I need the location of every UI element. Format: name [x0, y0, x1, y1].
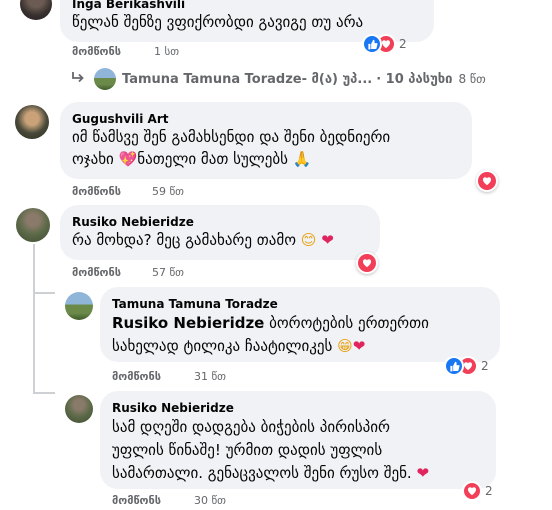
view-replies-link[interactable]: Tamuna Tamuna Toradze- მ(ა) უპ... · 10 პ…	[70, 68, 486, 90]
smiling-face-emoji: 😊	[300, 231, 317, 249]
avatar[interactable]	[16, 208, 50, 242]
comment-time[interactable]: 1 სთ	[154, 45, 179, 58]
thread-line	[33, 292, 55, 294]
comment-text: სახელად ტილიკა ჩაატილიკეს 😁❤	[112, 335, 365, 358]
comment-time[interactable]: 30 წთ	[194, 494, 226, 507]
love-icon	[478, 172, 496, 190]
like-link[interactable]: მომწონს	[72, 185, 121, 198]
reaction-summary[interactable]	[356, 252, 378, 274]
avatar[interactable]	[15, 105, 49, 139]
reaction-summary[interactable]: 2	[444, 355, 489, 377]
reaction-count: 2	[485, 484, 493, 498]
grinning-face-emoji: 😁	[337, 337, 353, 355]
comment-text-fragment: სამართალი. გენაცვალოს შენი რუსო შენ.	[112, 464, 417, 482]
like-link[interactable]: მომწონს	[72, 45, 121, 58]
comment-text: რა მოხდა? მეც გამახარე თამო 😊 ❤	[72, 229, 334, 252]
comment-author[interactable]: Tamuna Tamuna Toradze	[112, 297, 278, 311]
reaction-summary[interactable]: 2	[362, 33, 407, 55]
avatar[interactable]	[20, 0, 52, 20]
reaction-count: 2	[399, 37, 407, 51]
red-heart-emoji: ❤	[416, 464, 430, 482]
like-icon	[444, 356, 464, 376]
comment-time[interactable]: 59 წთ	[152, 185, 184, 198]
avatar[interactable]	[65, 292, 93, 320]
reaction-summary[interactable]: 2	[462, 480, 493, 502]
thread-line	[33, 392, 55, 394]
comment-text: სამართალი. გენაცვალოს შენი რუსო შენ. ❤	[112, 462, 429, 485]
comment-author[interactable]: Gugushvili Art	[72, 112, 169, 126]
red-heart-emoji: ❤	[352, 337, 366, 355]
like-icon	[362, 34, 382, 54]
reply-summary-label: Tamuna Tamuna Toradze- მ(ა) უპ...	[122, 71, 373, 87]
comment-text: ოჯახი 💖ნათელი მათ სულებს 🙏	[72, 148, 311, 171]
sparkling-heart-emoji: 💖	[118, 150, 138, 168]
reply-arrow-icon	[70, 70, 86, 89]
red-heart-emoji: ❤	[321, 231, 334, 249]
love-icon	[462, 481, 482, 501]
like-link[interactable]: მომწონს	[112, 370, 161, 383]
comment-text: Rusiko Nebieridze ბოროტების ერთერთი	[112, 312, 429, 335]
comment-author[interactable]: Inga Berikashvili	[72, 0, 185, 11]
like-link[interactable]: მომწონს	[72, 266, 121, 279]
comment-time[interactable]: 31 წთ	[194, 370, 226, 383]
reply-count: · 10 პასუხი	[376, 71, 453, 87]
comment-author[interactable]: Rusiko Nebieridze	[72, 215, 194, 229]
folded-hands-emoji: 🙏	[292, 150, 312, 168]
comment-time[interactable]: 57 წთ	[152, 266, 184, 279]
thread-line	[33, 244, 35, 394]
like-link[interactable]: მომწონს	[112, 494, 161, 507]
comment-text: წელან შენზე ვფიქრობდი გავიგე თუ არა	[72, 13, 364, 31]
comment-text-fragment: სახელად ტილიკა ჩაატილიკეს	[112, 337, 338, 355]
avatar[interactable]	[65, 395, 93, 423]
comment-text: სამ დღეში დადგება ბიჭების პირისპირ	[112, 418, 390, 436]
reaction-summary[interactable]	[476, 170, 498, 192]
comment-text: უფლის წინაშე! ურმით დადის უფლის	[112, 441, 383, 459]
comment-author[interactable]: Rusiko Nebieridze	[112, 401, 234, 415]
comment-text: იმ წამსვე შენ გამახსენდი და შენი ბედნიერ…	[72, 128, 391, 146]
mention-link[interactable]: Rusiko Nebieridze	[112, 314, 264, 332]
reaction-count: 2	[481, 359, 489, 373]
love-icon	[358, 254, 376, 272]
avatar	[94, 68, 116, 90]
comment-text-fragment: ბოროტების ერთერთი	[264, 314, 429, 332]
comment-text-fragment: ნათელი მათ სულებს	[137, 150, 293, 168]
comment-text-fragment: ოჯახი	[72, 150, 119, 168]
comment-text-fragment: რა მოხდა? მეც გამახარე თამო	[72, 231, 301, 249]
reply-summary-time: 8 წთ	[458, 72, 486, 86]
